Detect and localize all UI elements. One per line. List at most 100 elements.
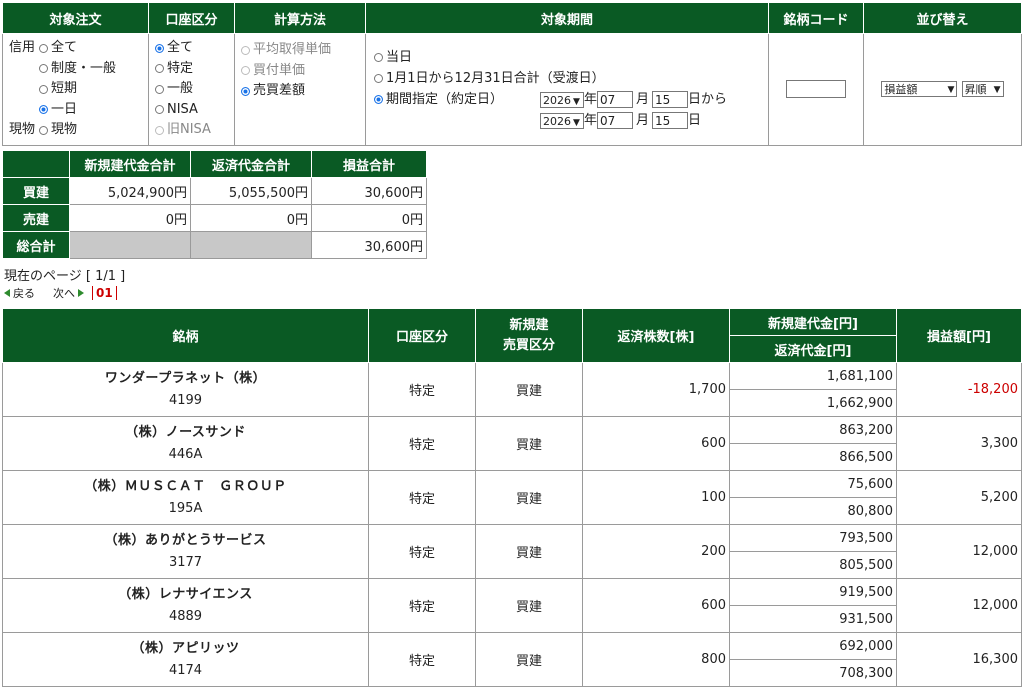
stock-code: 3177 [168,554,203,570]
period-cell: 当日 1月1日から12月31日合計（受渡日） 期間指定（約定日） 2026 ▼ 年… [365,33,769,146]
radio-calc-average[interactable] [241,45,250,55]
account-type: 特定 [368,470,476,525]
trade-side: 買建 [475,416,583,471]
summary-new: 0円 [69,204,191,232]
radio-account-all[interactable] [155,43,164,53]
new-amount: 793,500 [729,524,897,552]
pl-amount: 3,300 [896,416,1022,471]
radio-order-oneday[interactable] [39,105,48,115]
col-new-amount: 新規建代金[円] [729,308,897,336]
order-type-cell: 信用 全て 制度・一般 短期 一日 現物 現物 [2,33,149,146]
table-row: （株）ありがとうサービス 3177 特定 買建 200 793,500 12,00… [2,524,1022,579]
radio-calc-purchase[interactable] [241,66,250,76]
radio-calc-difference[interactable] [241,86,250,96]
account-type: 特定 [368,416,476,471]
radio-label: 現物 [51,122,78,137]
radio-account-specific[interactable] [155,64,164,74]
filter-table: 対象注文 口座区分 計算方法 対象期間 銘柄コード 並び替え 信用 全て 制度・… [2,2,1022,146]
radio-account-nisa[interactable] [155,105,164,115]
stock-name-cell: （株）ノースサンド 446A [2,416,369,471]
sort-order-select[interactable]: 昇順 ▼ [961,81,1004,98]
trade-side: 買建 [475,362,583,417]
summary-corner [2,150,70,178]
header-account: 口座区分 [148,2,235,34]
radio-order-standard[interactable] [39,64,48,74]
summary-pl: 30,600円 [311,231,427,259]
summary-pl: 0円 [311,204,427,232]
col-account: 口座区分 [368,308,476,363]
stock-name[interactable]: ワンダープラネット（株） [3,368,368,390]
table-row: （株）ノースサンド 446A 特定 買建 600 863,200 3,300 [2,416,1022,471]
radio-account-old-nisa[interactable] [155,125,164,135]
radio-label: 当日 [386,50,413,66]
radio-label: 短期 [51,81,78,96]
radio-order-short[interactable] [39,84,48,94]
arrow-left-icon [4,289,10,297]
stock-name[interactable]: （株）ノースサンド [3,422,368,444]
radio-period-year[interactable] [374,74,383,84]
stock-name[interactable]: （株）アピリッツ [3,638,368,660]
stock-name-cell: （株）レナサイエンス 4889 [2,578,369,633]
radio-label: 1月1日から12月31日合計（受渡日） [386,71,605,87]
table-row: （株）アピリッツ 4174 特定 買建 800 692,000 16,300 [2,632,1022,687]
chevron-down-icon: ▼ [573,96,580,107]
chevron-down-icon: ▼ [573,117,580,128]
repay-amount: 931,500 [729,605,897,633]
stock-name[interactable]: （株）ＭＵＳＣＡＴ ＧＲＯＵＰ [3,476,368,498]
radio-label: NISA [167,101,198,117]
col-side: 新規建 売買区分 [475,308,583,363]
radio-period-range[interactable] [374,95,383,105]
pl-amount: 5,200 [896,470,1022,525]
radio-label: 買付単価 [253,62,306,78]
from-year-select[interactable]: 2026 ▼ [540,91,584,108]
chevron-down-icon: ▼ [993,85,1001,96]
radio-label: 旧NISA [167,122,211,137]
trade-side: 買建 [475,632,583,687]
radio-account-general[interactable] [155,84,164,94]
page-number-link[interactable]: 01 [92,286,117,300]
new-amount: 919,500 [729,578,897,606]
col-name: 銘柄 [2,308,369,363]
summary-header-pl: 損益合計 [311,150,427,178]
stock-name-cell: （株）ＭＵＳＣＡＴ ＧＲＯＵＰ 195A [2,470,369,525]
code-input[interactable] [786,80,846,99]
header-order-type: 対象注文 [2,2,149,34]
month-unit: 月 [636,92,650,108]
summary-row: 売建 0円 0円 0円 [2,204,427,232]
code-cell [768,33,864,146]
trade-side: 買建 [475,578,583,633]
pl-amount: -18,200 [896,362,1022,417]
repay-qty: 600 [582,416,730,471]
header-period: 対象期間 [365,2,769,34]
back-link[interactable]: 戻る [13,285,35,301]
year-unit: 年 [584,113,598,129]
pl-amount: 16,300 [896,632,1022,687]
col-repay-amount: 返済代金[円] [729,335,897,363]
col-qty: 返済株数[株] [582,308,730,363]
sort-key-select[interactable]: 損益額 ▼ [881,81,958,98]
stock-name[interactable]: （株）ありがとうサービス [3,530,368,552]
header-sort: 並び替え [863,2,1022,34]
repay-qty: 1,700 [582,362,730,417]
radio-period-today[interactable] [374,53,383,63]
to-day-input[interactable]: 15 [652,112,689,130]
radio-order-all[interactable] [39,43,48,53]
stock-code: 4889 [168,608,203,624]
to-month-input[interactable]: 07 [597,112,634,130]
summary-table: 新規建代金合計 返済代金合計 損益合計 買建 5,024,900円 5,055,… [2,150,427,259]
repay-qty: 800 [582,632,730,687]
table-row: （株）ＭＵＳＣＡＴ ＧＲＯＵＰ 195A 特定 買建 100 75,600 5,2… [2,470,1022,525]
from-day-input[interactable]: 15 [652,91,689,109]
repay-qty: 100 [582,470,730,525]
to-suffix: 日 [688,113,702,129]
stock-name[interactable]: （株）レナサイエンス [3,584,368,606]
pager: 戻る 次へ 01 [4,285,117,301]
to-year-select[interactable]: 2026 ▼ [540,112,584,129]
from-month-input[interactable]: 07 [597,91,634,109]
stock-name-cell: （株）ありがとうサービス 3177 [2,524,369,579]
radio-order-cash[interactable] [39,125,48,135]
next-link[interactable]: 次へ [53,285,75,301]
summary-new: 5,024,900円 [69,177,191,205]
result-table: 銘柄 口座区分 新規建 売買区分 返済株数[株] 新規建代金[円] 損益額[円] … [2,308,1022,687]
arrow-right-icon [78,289,84,297]
